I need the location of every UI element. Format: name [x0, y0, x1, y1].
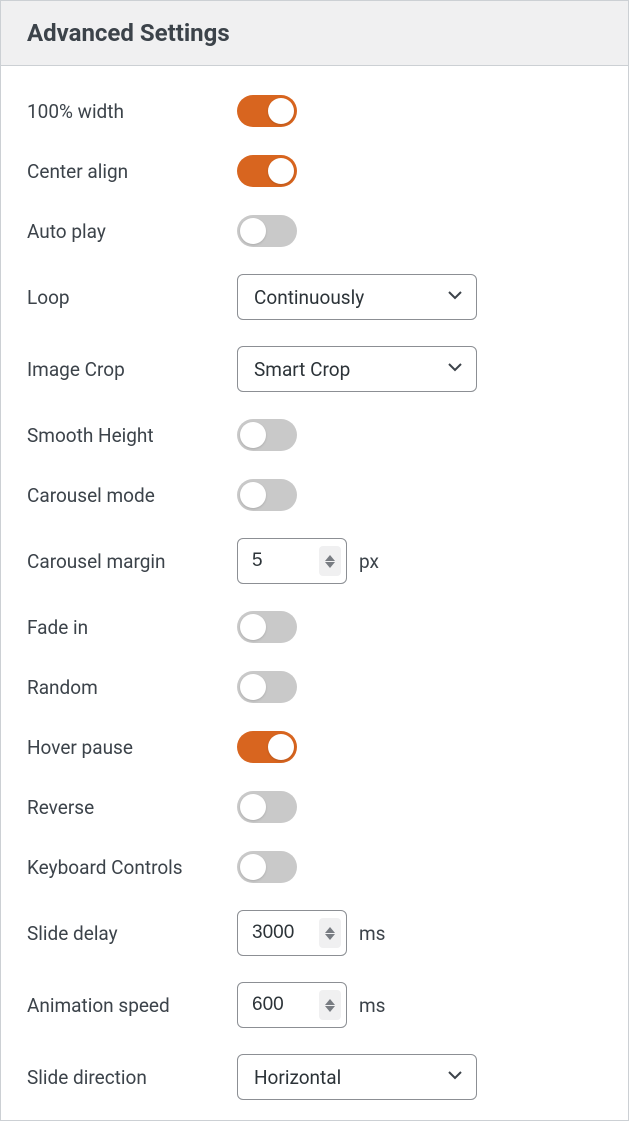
row-slide-direction: Slide direction Horizontal [27, 1054, 602, 1100]
label-slide-direction: Slide direction [27, 1066, 237, 1089]
row-center-align: Center align [27, 154, 602, 188]
row-slide-delay: Slide delay ms [27, 910, 602, 956]
label-animation-speed: Animation speed [27, 994, 237, 1017]
toggle-hover-pause[interactable] [237, 731, 297, 763]
toggle-carousel-mode[interactable] [237, 479, 297, 511]
toggle-center-align[interactable] [237, 155, 297, 187]
panel-body: 100% width Center align Auto play Loop C… [1, 66, 628, 1120]
row-carousel-margin: Carousel margin px [27, 538, 602, 584]
label-keyboard-controls: Keyboard Controls [27, 856, 237, 879]
input-carousel-margin[interactable] [237, 538, 347, 584]
row-reverse: Reverse [27, 790, 602, 824]
row-smooth-height: Smooth Height [27, 418, 602, 452]
input-slide-delay[interactable] [237, 910, 347, 956]
toggle-auto-play[interactable] [237, 215, 297, 247]
toggle-smooth-height[interactable] [237, 419, 297, 451]
toggle-keyboard-controls[interactable] [237, 851, 297, 883]
select-loop[interactable]: Continuously [237, 274, 477, 320]
row-carousel-mode: Carousel mode [27, 478, 602, 512]
input-animation-speed[interactable] [237, 982, 347, 1028]
row-auto-play: Auto play [27, 214, 602, 248]
row-random: Random [27, 670, 602, 704]
label-carousel-margin: Carousel margin [27, 550, 237, 573]
panel-title: Advanced Settings [27, 19, 602, 47]
toggle-reverse[interactable] [237, 791, 297, 823]
label-full-width: 100% width [27, 100, 237, 123]
row-full-width: 100% width [27, 94, 602, 128]
row-fade-in: Fade in [27, 610, 602, 644]
row-loop: Loop Continuously [27, 274, 602, 320]
label-carousel-mode: Carousel mode [27, 484, 237, 507]
toggle-full-width[interactable] [237, 95, 297, 127]
row-image-crop: Image Crop Smart Crop [27, 346, 602, 392]
select-loop-value: Continuously [254, 286, 364, 309]
label-image-crop: Image Crop [27, 358, 237, 381]
label-auto-play: Auto play [27, 220, 237, 243]
row-hover-pause: Hover pause [27, 730, 602, 764]
unit-carousel-margin: px [359, 550, 379, 573]
select-image-crop-value: Smart Crop [254, 358, 350, 381]
advanced-settings-panel: Advanced Settings 100% width Center alig… [0, 0, 629, 1121]
label-fade-in: Fade in [27, 616, 237, 639]
panel-header: Advanced Settings [1, 0, 628, 66]
label-random: Random [27, 676, 237, 699]
select-slide-direction-value: Horizontal [254, 1066, 341, 1089]
label-loop: Loop [27, 286, 237, 309]
toggle-random[interactable] [237, 671, 297, 703]
toggle-fade-in[interactable] [237, 611, 297, 643]
label-center-align: Center align [27, 160, 237, 183]
label-hover-pause: Hover pause [27, 736, 237, 759]
unit-animation-speed: ms [359, 994, 385, 1017]
label-reverse: Reverse [27, 796, 237, 819]
select-image-crop[interactable]: Smart Crop [237, 346, 477, 392]
row-keyboard-controls: Keyboard Controls [27, 850, 602, 884]
unit-slide-delay: ms [359, 922, 385, 945]
select-slide-direction[interactable]: Horizontal [237, 1054, 477, 1100]
label-smooth-height: Smooth Height [27, 424, 237, 447]
label-slide-delay: Slide delay [27, 922, 237, 945]
row-animation-speed: Animation speed ms [27, 982, 602, 1028]
